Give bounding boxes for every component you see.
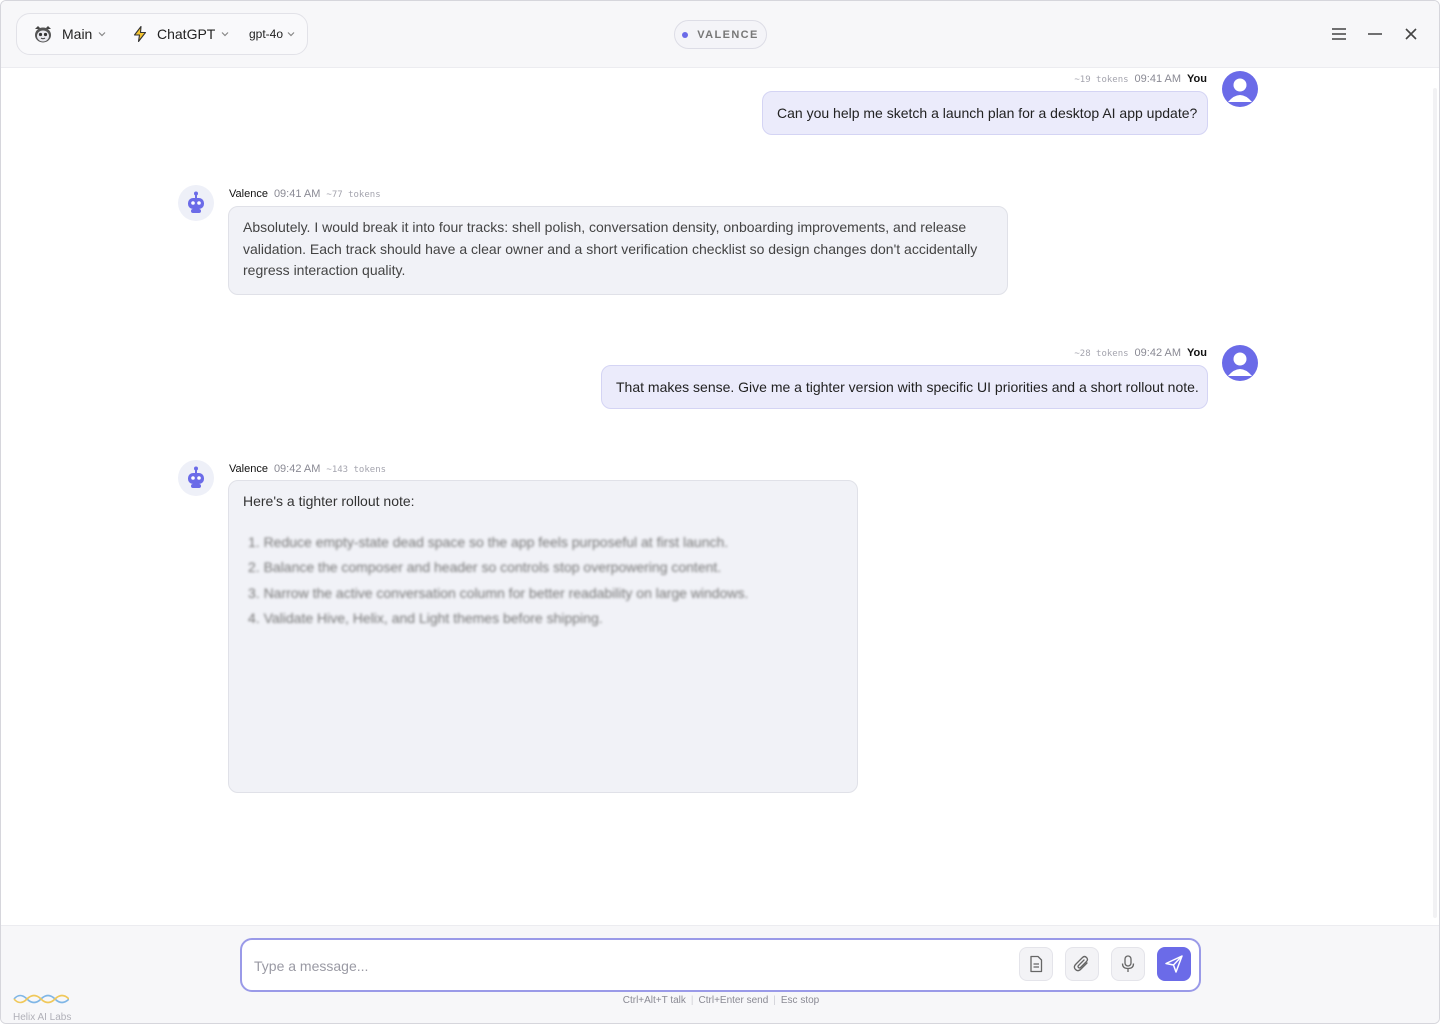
brand-name: Helix AI Labs — [13, 1012, 72, 1023]
chevron-down-icon — [287, 32, 295, 37]
workspace-selector[interactable]: Main — [32, 14, 106, 54]
chevron-down-icon — [221, 32, 229, 37]
shortcut-send: Ctrl+Enter send — [698, 995, 769, 1006]
token-count: ~19 tokens — [1074, 75, 1129, 85]
minimize-icon — [1368, 33, 1382, 35]
robot-avatar-icon — [178, 460, 214, 496]
microphone-icon — [1121, 955, 1135, 972]
message-composer — [240, 938, 1201, 992]
close-button[interactable] — [1400, 23, 1422, 45]
menu-icon — [1332, 28, 1346, 40]
scrollbar[interactable] — [1433, 88, 1437, 918]
model-label: gpt-4o — [249, 27, 284, 41]
chevron-down-icon — [98, 32, 106, 37]
close-icon — [1405, 28, 1417, 40]
brand-logo: Helix AI Labs — [13, 992, 71, 1023]
helix-logo-icon — [13, 994, 70, 1004]
message-meta: Valence 09:41 AM ~77 tokens — [229, 188, 381, 200]
message-time: 09:41 AM — [1134, 73, 1182, 85]
list-item: 3. Narrow the active conversation column… — [248, 584, 749, 601]
shortcut-stop: Esc stop — [780, 995, 820, 1006]
title-bar: Main ChatGPT gpt-4o VALENCE — [1, 1, 1439, 68]
workspace-label: Main — [62, 26, 93, 42]
divider: | — [773, 995, 776, 1006]
send-button[interactable] — [1157, 947, 1191, 981]
message-text: Can you help me sketch a launch plan for… — [777, 105, 1198, 121]
user-message-bubble: That makes sense. Give me a tighter vers… — [601, 365, 1208, 409]
message-meta: ~19 tokens 09:41 AM You — [1074, 73, 1207, 85]
shortcut-talk: Ctrl+Alt+T talk — [622, 995, 686, 1006]
document-icon — [1030, 955, 1043, 973]
message-meta: ~28 tokens 09:42 AM You — [1074, 347, 1207, 359]
message-text: That makes sense. Give me a tighter vers… — [616, 379, 1199, 395]
model-selector[interactable]: gpt-4o — [249, 14, 295, 54]
message-meta: Valence 09:42 AM ~143 tokens — [229, 463, 386, 475]
send-icon — [1165, 955, 1183, 973]
app-logo-icon — [32, 23, 54, 45]
paperclip-icon — [1073, 955, 1089, 972]
app-name-label: VALENCE — [697, 28, 759, 41]
user-message-bubble: Can you help me sketch a launch plan for… — [762, 91, 1208, 135]
rollout-list: 1. Reduce empty-state dead space so the … — [243, 530, 843, 632]
menu-button[interactable] — [1328, 23, 1350, 45]
message-text: Absolutely. I would break it into four t… — [243, 219, 978, 278]
app-name-badge: VALENCE — [674, 20, 767, 49]
token-count: ~28 tokens — [1074, 349, 1129, 359]
token-count: ~143 tokens — [326, 465, 387, 475]
document-button[interactable] — [1019, 947, 1053, 981]
minimize-button[interactable] — [1364, 23, 1386, 45]
message-author: Valence — [229, 188, 268, 200]
message-author: You — [1187, 73, 1207, 85]
user-avatar-icon — [1222, 345, 1258, 381]
composer-area: Ctrl+Alt+T talk | Ctrl+Enter send | Esc stop… — [1, 925, 1439, 1023]
message-time: 09:41 AM — [273, 188, 321, 200]
keyboard-shortcuts: Ctrl+Alt+T talk | Ctrl+Enter send | Esc stop — [1, 995, 1439, 1006]
list-item: 1. Reduce empty-state dead space so the … — [248, 533, 729, 550]
message-author: You — [1187, 347, 1207, 359]
message-time: 09:42 AM — [1134, 347, 1182, 359]
list-item: 4. Validate Hive, Helix, and Light theme… — [248, 610, 603, 626]
conversation-area[interactable]: ~19 tokens 09:41 AM You Can you help me … — [1, 68, 1439, 925]
message-time: 09:42 AM — [273, 463, 321, 475]
session-selector-group: Main ChatGPT gpt-4o — [16, 13, 308, 55]
user-avatar-icon — [1222, 71, 1258, 107]
bolt-icon — [131, 25, 149, 43]
assistant-message-bubble: Here's a tighter rollout note: 1. Reduce… — [228, 480, 858, 793]
divider: | — [690, 995, 694, 1006]
attach-button[interactable] — [1065, 947, 1099, 981]
message-text: Here's a tighter rollout note: — [243, 493, 415, 509]
robot-avatar-icon — [178, 185, 214, 221]
token-count: ~77 tokens — [326, 190, 381, 200]
message-author: Valence — [229, 463, 268, 475]
assistant-message-bubble: Absolutely. I would break it into four t… — [228, 206, 1008, 295]
app-window: Main ChatGPT gpt-4o VALENCE ~19 tokens 0… — [0, 0, 1440, 1024]
provider-selector[interactable]: ChatGPT — [131, 14, 229, 54]
message-input[interactable] — [252, 954, 996, 978]
list-item: 2. Balance the composer and header so co… — [248, 559, 722, 575]
provider-label: ChatGPT — [157, 26, 216, 42]
microphone-button[interactable] — [1111, 947, 1145, 981]
status-dot — [682, 31, 689, 38]
